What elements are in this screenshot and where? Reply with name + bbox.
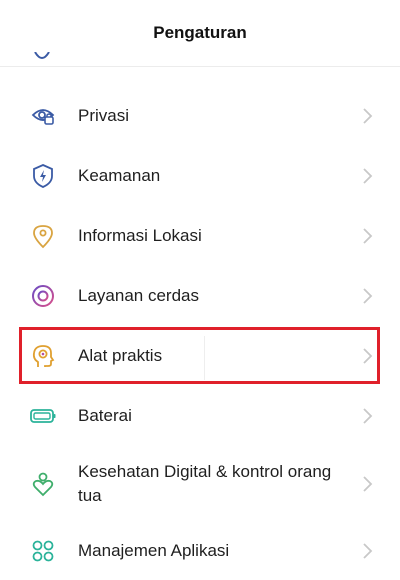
chevron-right-icon xyxy=(363,288,373,304)
app-management-icon xyxy=(30,538,56,564)
battery-icon xyxy=(30,403,56,429)
chevron-right-icon xyxy=(363,543,373,559)
chevron-right-icon xyxy=(363,408,373,424)
settings-item-label: Keamanan xyxy=(78,166,161,185)
chevron-right-icon xyxy=(363,228,373,244)
privacy-icon xyxy=(30,103,56,129)
partial-settings-icon xyxy=(30,52,54,66)
settings-item-app-management[interactable]: Manajemen Aplikasi xyxy=(0,533,400,569)
settings-item-privacy[interactable]: Privasi xyxy=(0,98,400,134)
settings-item-label: Layanan cerdas xyxy=(78,286,199,305)
location-pin-icon xyxy=(30,223,56,249)
digital-wellbeing-icon xyxy=(30,471,56,497)
settings-item-security[interactable]: Keamanan xyxy=(0,158,400,194)
page-title: Pengaturan xyxy=(153,23,247,42)
settings-item-label: Informasi Lokasi xyxy=(78,226,202,245)
settings-item-label: Manajemen Aplikasi xyxy=(78,541,230,560)
settings-item-digital-wellbeing[interactable]: Kesehatan Digital & kontrol orang tua xyxy=(0,458,400,510)
settings-item-smart-services[interactable]: Layanan cerdas xyxy=(0,278,400,314)
highlight-box xyxy=(19,327,380,384)
smart-service-icon xyxy=(30,283,56,309)
settings-item-battery[interactable]: Baterai xyxy=(0,398,400,434)
chevron-right-icon xyxy=(363,168,373,184)
settings-item-location[interactable]: Informasi Lokasi xyxy=(0,218,400,254)
settings-item-label: Privasi xyxy=(78,106,130,125)
settings-item-label: Baterai xyxy=(78,406,132,425)
app-header: Pengaturan xyxy=(0,0,400,67)
chevron-right-icon xyxy=(363,476,373,492)
settings-item-label: Kesehatan Digital & kontrol orang tua xyxy=(78,462,332,505)
chevron-right-icon xyxy=(363,108,373,124)
security-shield-icon xyxy=(30,163,56,189)
